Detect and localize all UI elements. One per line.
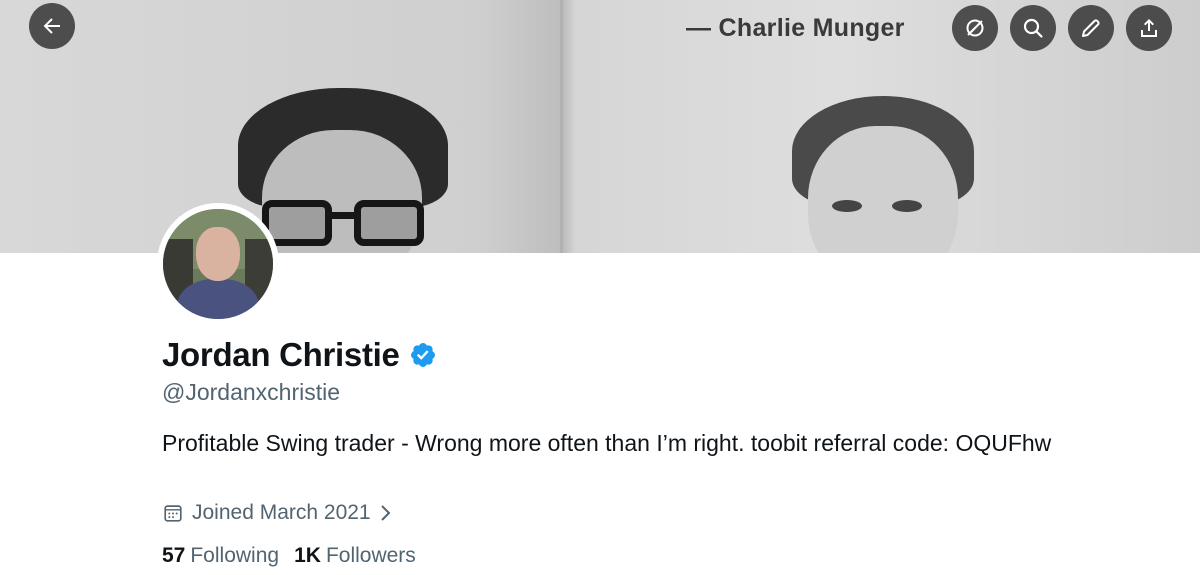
followers-label: Followers [325,544,416,567]
share-upload-icon [1141,19,1157,37]
verified-badge-icon[interactable] [409,341,437,369]
profile-bio: Profitable Swing trader - Wrong more oft… [162,430,1052,456]
following-label: Following [190,544,280,567]
joined-date-text: Joined March 2021 [192,501,371,524]
chevron-right-icon [380,505,391,521]
avatar-photo [163,209,273,319]
follow-stats: 57 Following 1K Followers [162,544,431,568]
slash-circle-icon [966,19,984,37]
back-button[interactable] [29,3,75,49]
joined-date-row[interactable]: Joined March 2021 [162,501,393,525]
calendar-icon [164,505,182,522]
profile-name-row: Jordan Christie [162,336,437,374]
banner-portrait-glasses [262,200,424,248]
search-icon [1023,18,1043,38]
banner-quote: — Charlie Munger [686,14,905,42]
following-link[interactable]: 57 Following [162,544,279,568]
banner-portrait-right-eye [832,200,862,212]
banner-portrait-right-eye [892,200,922,212]
banner-portrait-right-face [808,126,958,253]
edit-button[interactable] [1068,5,1114,51]
profile-handle: @Jordanxchristie [162,379,341,405]
search-button[interactable] [1010,5,1056,51]
profile-name: Jordan Christie [162,336,400,373]
followers-count: 1K [294,544,321,567]
following-count: 57 [162,544,186,567]
pencil-icon [1082,19,1100,37]
avatar[interactable] [157,203,279,325]
share-button[interactable] [1126,5,1172,51]
followers-link[interactable]: 1K Followers [294,544,416,568]
banner-crease [560,0,563,253]
grok-button[interactable] [952,5,998,51]
arrow-left-icon [43,18,60,34]
